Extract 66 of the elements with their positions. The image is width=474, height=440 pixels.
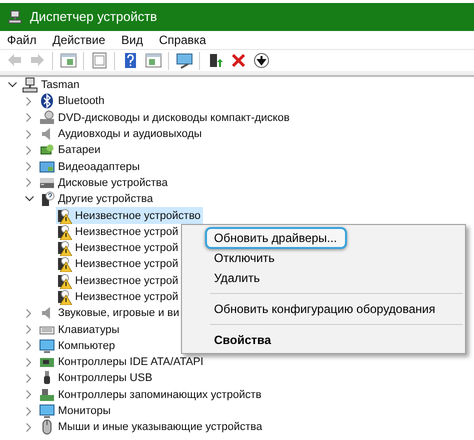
warning-device-icon bbox=[56, 289, 72, 305]
tree-item[interactable]: Контроллеры запоминающих устройств bbox=[58, 386, 262, 403]
window-title: Диспетчер устройств bbox=[30, 8, 158, 26]
context-menu-item[interactable]: Свойства bbox=[205, 329, 282, 351]
collapsed-chevron-icon[interactable] bbox=[26, 341, 32, 350]
collapsed-chevron-icon[interactable] bbox=[26, 113, 32, 122]
window-pane-button[interactable] bbox=[143, 50, 163, 70]
collapsed-chevron-icon[interactable] bbox=[26, 178, 32, 188]
context-menu-item[interactable]: Удалить bbox=[205, 267, 270, 289]
warning-device-icon bbox=[56, 208, 72, 224]
collapsed-chevron-icon[interactable] bbox=[26, 162, 32, 172]
warning-device-icon bbox=[56, 240, 72, 256]
tree-item[interactable]: Батареи bbox=[58, 142, 101, 158]
context-menu-item[interactable]: Отключить bbox=[205, 247, 285, 269]
disc-drive-icon bbox=[39, 110, 55, 126]
tree-item[interactable]: Видеоадаптеры bbox=[58, 158, 140, 175]
menu-item[interactable]: Действие bbox=[52, 31, 106, 49]
monitor-scan-button[interactable] bbox=[174, 50, 194, 70]
menu-item[interactable]: Файл bbox=[6, 31, 38, 49]
tree-item[interactable]: Звуковые, игровые и ви bbox=[58, 305, 180, 322]
collapsed-chevron-icon[interactable] bbox=[26, 358, 32, 367]
collapsed-chevron-icon[interactable] bbox=[26, 422, 32, 432]
warning-device-icon bbox=[56, 272, 72, 289]
collapsed-chevron-icon[interactable] bbox=[26, 96, 32, 106]
storage-controller-icon bbox=[39, 386, 55, 403]
tree-item[interactable]: Другие устройства bbox=[58, 191, 153, 208]
tree-item[interactable]: Клавиатуры bbox=[58, 322, 120, 338]
computer-network-icon bbox=[8, 10, 22, 24]
expanded-chevron-icon[interactable] bbox=[24, 196, 34, 202]
tree-item[interactable]: Неизвестное устрой bbox=[75, 240, 178, 256]
tree-item[interactable]: Аудиовходы и аудиовыходы bbox=[58, 126, 202, 142]
tree-item[interactable]: Bluetooth bbox=[58, 93, 104, 110]
tree-item[interactable]: Tasman bbox=[41, 77, 80, 94]
tree-item[interactable]: Неизвестное устрой bbox=[75, 272, 178, 289]
tree-item[interactable]: Неизвестное устрой bbox=[75, 224, 178, 240]
tree-item[interactable]: Неизвестное устрой bbox=[75, 289, 178, 305]
tree-item[interactable]: Неизвестное устрой bbox=[75, 256, 178, 272]
unknown-device-icon bbox=[39, 191, 55, 208]
monitor-icon bbox=[39, 338, 55, 354]
tree-item[interactable]: Компьютер bbox=[58, 338, 115, 354]
context-menu-item[interactable]: Обновить драйверы... bbox=[205, 227, 347, 249]
computer-network-icon bbox=[22, 77, 38, 94]
tree-item[interactable]: Мыши и иные указывающие устройства bbox=[58, 419, 262, 436]
tree-item[interactable]: Мониторы bbox=[58, 403, 111, 420]
expanded-chevron-icon[interactable] bbox=[8, 82, 16, 88]
collapsed-chevron-icon[interactable] bbox=[26, 325, 32, 334]
collapsed-chevron-icon[interactable] bbox=[26, 130, 32, 139]
tree-item[interactable]: Дисковые устройства bbox=[58, 174, 168, 191]
collapsed-chevron-icon[interactable] bbox=[26, 390, 32, 400]
warning-device-icon bbox=[56, 256, 72, 272]
collapsed-chevron-icon[interactable] bbox=[26, 308, 32, 318]
menu-item[interactable]: Справка bbox=[158, 31, 208, 49]
collapsed-chevron-icon[interactable] bbox=[26, 406, 32, 416]
monitor-icon bbox=[39, 403, 55, 420]
warning-device-icon bbox=[56, 224, 72, 240]
tree-item[interactable]: Контроллеры IDE ATA/ATAPI bbox=[58, 354, 204, 370]
collapsed-chevron-icon[interactable] bbox=[26, 146, 32, 155]
bluetooth-icon bbox=[39, 93, 55, 110]
collapsed-chevron-icon[interactable] bbox=[26, 374, 32, 383]
window-pane-button[interactable] bbox=[58, 50, 78, 70]
tree-item[interactable]: Контроллеры USB bbox=[58, 370, 152, 386]
download-circle-button[interactable] bbox=[251, 50, 271, 70]
menu-item[interactable]: Вид bbox=[120, 31, 144, 49]
display-adapter-icon bbox=[39, 158, 55, 175]
context-menu-item[interactable]: Обновить конфигурацию оборудования bbox=[205, 298, 446, 320]
tree-item[interactable]: DVD-дисководы и дисководы компакт-дисков bbox=[58, 110, 290, 126]
